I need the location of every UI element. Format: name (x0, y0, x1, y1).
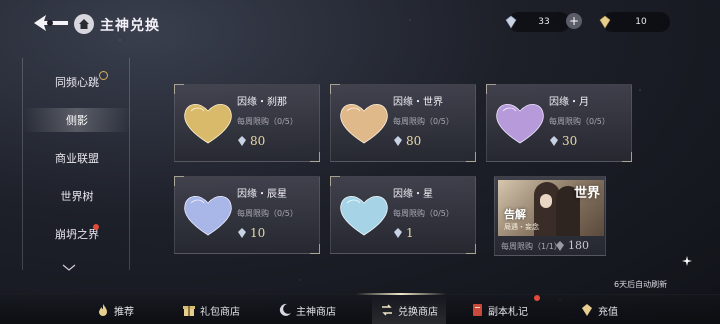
special-badge: 世界 (573, 186, 600, 201)
clock-icon (99, 71, 108, 80)
item-purchase-limit: 每周限购（0/5） (393, 209, 454, 218)
sidebar-item-ceying[interactable]: 侧影 (23, 108, 131, 132)
crystal-currency-icon (394, 136, 402, 146)
item-price: 30 (549, 134, 577, 148)
item-purchase-limit: 每周限购（1/1） (501, 242, 562, 251)
item-price-value: 10 (250, 226, 266, 240)
crystal-currency-icon (505, 15, 517, 29)
heart-icon (340, 196, 388, 236)
heart-item-image (335, 91, 393, 153)
heart-item-image (179, 183, 237, 245)
item-purchase-limit: 每周限购（0/5） (237, 209, 298, 218)
gift-icon (183, 306, 195, 316)
crystal-currency-icon (238, 228, 246, 238)
moon-icon (279, 303, 291, 316)
crystal-currency-icon (556, 240, 564, 251)
sidebar-item-label: 商业联盟 (55, 152, 99, 165)
notification-dot (534, 295, 540, 301)
crystal-icon (582, 304, 592, 316)
add-currency-button[interactable]: + (566, 13, 582, 29)
sidebar-item-label: 同频心跳 (55, 76, 99, 89)
item-title: 因缘・刹那 (237, 97, 287, 108)
gold-crystal-currency-icon (599, 15, 611, 29)
tab-label: 充值 (598, 306, 618, 318)
chevron-down-icon[interactable] (62, 264, 76, 272)
tab-recommend[interactable]: 推荐 (96, 295, 134, 324)
heart-icon (184, 196, 232, 236)
heart-icon (496, 104, 544, 144)
heart-item-image (491, 91, 549, 153)
item-price-value: 30 (562, 134, 578, 148)
category-sidebar: 同频心跳 侧影 商业联盟 世界树 崩坍之界 (22, 58, 131, 270)
item-price: 80 (393, 134, 421, 148)
item-price: 80 (237, 134, 265, 148)
back-arrow-icon (34, 15, 68, 31)
item-title: 因缘・星 (393, 189, 433, 200)
item-purchase-limit: 每周限购（0/5） (237, 117, 298, 126)
item-price-value: 80 (250, 134, 266, 148)
item-purchase-limit: 每周限购（0/5） (549, 117, 610, 126)
item-price-value: 180 (568, 239, 589, 252)
currency-b-display[interactable]: 10 (599, 12, 670, 32)
tab-exchange-shop[interactable]: 兑换商店 (372, 295, 446, 324)
notification-dot (93, 224, 99, 230)
shop-item-card[interactable]: 因缘・星 每周限购（0/5） 1 (330, 176, 476, 254)
shop-item-card-special[interactable]: 世界 告解 局遇・妄念 每周限购（1/1） 180 (494, 176, 606, 256)
item-title: 因缘・月 (549, 97, 589, 108)
back-button[interactable] (30, 10, 70, 36)
home-icon (79, 19, 89, 29)
heart-icon (184, 104, 232, 144)
crystal-currency-icon (238, 136, 246, 146)
item-title: 因缘・辰星 (237, 189, 287, 200)
sidebar-item-bengtan[interactable]: 崩坍之界 (23, 222, 131, 246)
shop-item-card[interactable]: 因缘・世界 每周限购（0/5） 80 (330, 84, 476, 162)
active-tab-indicator (356, 293, 446, 295)
tab-gift-shop[interactable]: 礼包商店 (182, 295, 240, 324)
tab-label: 副本札记 (488, 306, 528, 318)
shop-item-card[interactable]: 因缘・刹那 每周限购（0/5） 80 (174, 84, 320, 162)
tab-label: 兑换商店 (398, 306, 438, 318)
shop-item-card[interactable]: 因缘・月 每周限购（0/5） 30 (486, 84, 632, 162)
sparkle-icon (682, 256, 692, 266)
home-button[interactable] (74, 14, 94, 34)
notebook-icon (473, 304, 482, 316)
special-item-title: 告解 (504, 208, 526, 221)
shop-item-card[interactable]: 因缘・辰星 每周限购（0/5） 10 (174, 176, 320, 254)
special-item-subtitle: 局遇・妄念 (504, 223, 539, 231)
item-purchase-limit: 每周限购（0/5） (393, 117, 454, 126)
flame-icon (99, 304, 107, 316)
exchange-icon (382, 304, 392, 316)
bottom-navigation: 推荐 礼包商店 主神商店 兑换商店 副本札记 充值 (0, 294, 720, 324)
item-price: 180 (555, 239, 589, 252)
sidebar-item-label: 世界树 (60, 190, 94, 203)
currency-b-value: 10 (635, 17, 647, 27)
tab-recharge[interactable]: 充值 (580, 295, 618, 324)
sidebar-item-shangye[interactable]: 商业联盟 (23, 146, 131, 170)
item-price: 1 (393, 226, 414, 240)
special-item-artwork: 世界 告解 局遇・妄念 (498, 180, 604, 236)
sidebar-item-shijieshu[interactable]: 世界树 (23, 184, 131, 208)
refresh-notice: 6天后自动刷新 (614, 280, 668, 289)
sidebar-item-label: 侧影 (66, 114, 88, 127)
crystal-currency-icon (550, 136, 558, 146)
tab-label: 主神商店 (296, 306, 336, 318)
item-price-value: 1 (406, 226, 414, 240)
tab-label: 推荐 (114, 306, 134, 318)
currency-a-value: 33 (538, 17, 550, 27)
item-title: 因缘・世界 (393, 97, 443, 108)
heart-item-image (179, 91, 237, 153)
heart-icon (340, 104, 388, 144)
currency-a-display[interactable]: 33 (505, 12, 570, 32)
tab-dungeon-notes[interactable]: 副本札记 (470, 295, 540, 324)
page-title: 主神兑换 (100, 18, 160, 34)
item-price-value: 80 (406, 134, 422, 148)
crystal-currency-icon (394, 228, 402, 238)
sidebar-item-tongpin[interactable]: 同频心跳 (23, 70, 131, 94)
heart-item-image (335, 183, 393, 245)
item-price: 10 (237, 226, 265, 240)
tab-god-shop[interactable]: 主神商店 (278, 295, 336, 324)
tab-label: 礼包商店 (200, 306, 240, 318)
